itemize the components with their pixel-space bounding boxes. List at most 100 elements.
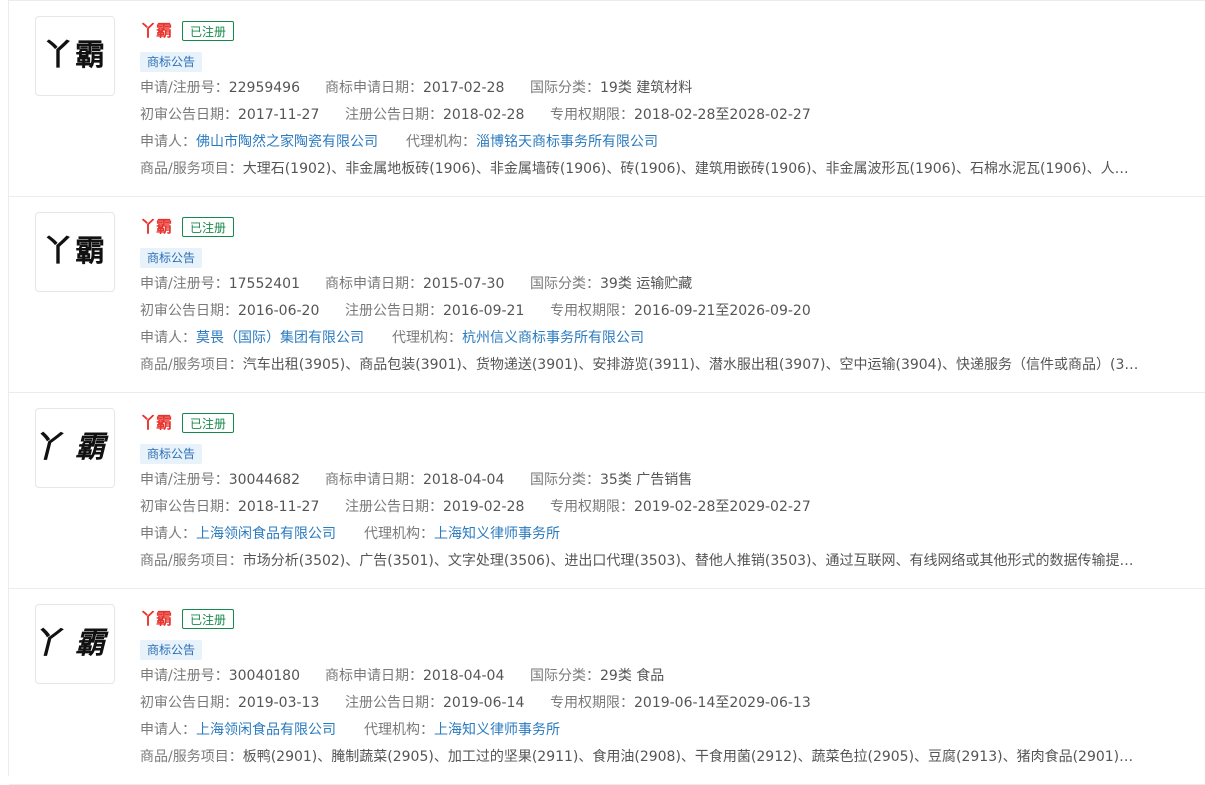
row-dates: 初审公告日期：2019-03-13 注册公告日期：2019-06-14 专用权期限：… — [140, 693, 811, 713]
trademark-result-list: 丫霸 丫霸 已注册 商标公告 申请/注册号：22959496 商标申请日期：201… — [8, 0, 1205, 785]
agency-label: 代理机构： — [364, 722, 434, 738]
agency-link[interactable]: 淄博铭天商标事务所有限公司 — [476, 134, 658, 150]
exclusive-label: 专用权期限： — [550, 499, 634, 515]
row-goods: 商品/服务项目：市场分析(3502)、广告(3501)、文字处理(3506)、进… — [140, 551, 1140, 571]
row-dates: 初审公告日期：2018-11-27 注册公告日期：2019-02-28 专用权期限：… — [140, 497, 811, 517]
notice-tag[interactable]: 商标公告 — [140, 444, 203, 464]
trademark-card[interactable]: 丫霸 丫霸 已注册 商标公告 申请/注册号：17552401 商标申请日期：201… — [9, 197, 1205, 393]
row-parties: 申请人：佛山市陶然之家陶瓷有限公司 代理机构：淄博铭天商标事务所有限公司 — [140, 132, 658, 152]
applicant-link[interactable]: 上海领闲食品有限公司 — [196, 526, 336, 542]
apply-date-value: 2018-04-04 — [423, 668, 505, 684]
trademark-logo-image[interactable]: 丫霸 — [35, 16, 115, 96]
reg-no-label: 申请/注册号： — [140, 472, 229, 488]
goods-label: 商品/服务项目： — [140, 161, 243, 177]
reg-no-value: 22959496 — [228, 80, 300, 96]
agency-link[interactable]: 杭州信义商标事务所有限公司 — [462, 330, 644, 346]
trademark-name-link[interactable]: 丫霸 — [140, 608, 172, 630]
apply-date-value: 2015-07-30 — [423, 276, 505, 292]
row-goods: 商品/服务项目：汽车出租(3905)、商品包装(3901)、货物递送(3901)… — [140, 355, 1140, 375]
agency-link[interactable]: 上海知义律师事务所 — [434, 722, 560, 738]
reg-no-label: 申请/注册号： — [140, 80, 229, 96]
prelim-date-value: 2016-06-20 — [238, 303, 320, 319]
trademark-card[interactable]: 丫霸 丫霸 已注册 商标公告 申请/注册号：30044682 商标申请日期：201… — [9, 393, 1205, 589]
prelim-date-value: 2019-03-13 — [238, 695, 320, 711]
trademark-logo-text: 丫霸 — [43, 234, 107, 269]
status-badge: 已注册 — [182, 609, 235, 629]
notice-tag[interactable]: 商标公告 — [140, 640, 203, 660]
goods-label: 商品/服务项目： — [140, 357, 243, 373]
applicant-link[interactable]: 佛山市陶然之家陶瓷有限公司 — [196, 134, 378, 150]
intl-class-value: 39类 运输贮藏 — [600, 276, 693, 292]
exclusive-value: 2019-06-14至2029-06-13 — [634, 695, 811, 711]
row-goods: 商品/服务项目：板鸭(2901)、腌制蔬菜(2905)、加工过的坚果(2911)… — [140, 747, 1140, 767]
prelim-date-label: 初审公告日期： — [140, 107, 238, 123]
trademark-logo-image[interactable]: 丫霸 — [31, 604, 115, 684]
reg-date-value: 2019-02-28 — [443, 499, 525, 515]
trademark-logo-text: 丫霸 — [31, 430, 119, 465]
trademark-logo-text: 丫霸 — [31, 626, 119, 661]
row-dates: 初审公告日期：2016-06-20 注册公告日期：2016-09-21 专用权期限：… — [140, 301, 811, 321]
notice-tag[interactable]: 商标公告 — [140, 52, 203, 72]
applicant-label: 申请人： — [140, 330, 196, 346]
apply-date-value: 2018-04-04 — [423, 472, 505, 488]
title-row: 丫霸 已注册 — [140, 608, 235, 630]
trademark-name-link[interactable]: 丫霸 — [140, 216, 172, 238]
goods-value: 市场分析(3502)、广告(3501)、文字处理(3506)、进出口代理(350… — [242, 553, 1140, 569]
reg-no-value: 30040180 — [228, 668, 300, 684]
exclusive-label: 专用权期限： — [550, 695, 634, 711]
notice-tag[interactable]: 商标公告 — [140, 248, 203, 268]
applicant-link[interactable]: 莫畏（国际）集团有限公司 — [196, 330, 364, 346]
goods-value: 大理石(1902)、非金属地板砖(1906)、非金属墙砖(1906)、砖(190… — [242, 161, 1140, 177]
status-badge: 已注册 — [182, 217, 235, 237]
prelim-date-label: 初审公告日期： — [140, 499, 238, 515]
trademark-card[interactable]: 丫霸 丫霸 已注册 商标公告 申请/注册号：22959496 商标申请日期：201… — [9, 1, 1205, 197]
applicant-link[interactable]: 上海领闲食品有限公司 — [196, 722, 336, 738]
applicant-label: 申请人： — [140, 722, 196, 738]
intl-class-label: 国际分类： — [530, 472, 600, 488]
row-parties: 申请人：莫畏（国际）集团有限公司 代理机构：杭州信义商标事务所有限公司 — [140, 328, 644, 348]
row-basic-info: 申请/注册号：30040180 商标申请日期：2018-04-04 国际分类：29类… — [140, 666, 664, 686]
intl-class-value: 35类 广告销售 — [600, 472, 693, 488]
intl-class-label: 国际分类： — [530, 80, 600, 96]
reg-no-value: 17552401 — [228, 276, 300, 292]
row-goods: 商品/服务项目：大理石(1902)、非金属地板砖(1906)、非金属墙砖(190… — [140, 159, 1140, 179]
goods-value: 板鸭(2901)、腌制蔬菜(2905)、加工过的坚果(2911)、食用油(290… — [242, 749, 1140, 765]
intl-class-value: 19类 建筑材料 — [600, 80, 693, 96]
row-dates: 初审公告日期：2017-11-27 注册公告日期：2018-02-28 专用权期限：… — [140, 105, 811, 125]
reg-no-label: 申请/注册号： — [140, 276, 229, 292]
exclusive-label: 专用权期限： — [550, 303, 634, 319]
reg-date-label: 注册公告日期： — [345, 695, 443, 711]
trademark-name-link[interactable]: 丫霸 — [140, 412, 172, 434]
trademark-logo-image[interactable]: 丫霸 — [35, 212, 115, 292]
exclusive-value: 2016-09-21至2026-09-20 — [634, 303, 811, 319]
reg-no-value: 30044682 — [228, 472, 300, 488]
row-basic-info: 申请/注册号：22959496 商标申请日期：2017-02-28 国际分类：19类… — [140, 78, 692, 98]
row-parties: 申请人：上海领闲食品有限公司 代理机构：上海知义律师事务所 — [140, 720, 560, 740]
applicant-label: 申请人： — [140, 134, 196, 150]
prelim-date-label: 初审公告日期： — [140, 303, 238, 319]
intl-class-value: 29类 食品 — [600, 668, 665, 684]
reg-date-label: 注册公告日期： — [345, 303, 443, 319]
trademark-name-link[interactable]: 丫霸 — [140, 20, 172, 42]
agency-label: 代理机构： — [406, 134, 476, 150]
apply-date-value: 2017-02-28 — [423, 80, 505, 96]
trademark-card[interactable]: 丫霸 丫霸 已注册 商标公告 申请/注册号：30040180 商标申请日期：201… — [9, 589, 1205, 785]
trademark-logo-image[interactable]: 丫霸 — [31, 408, 115, 488]
applicant-label: 申请人： — [140, 526, 196, 542]
agency-link[interactable]: 上海知义律师事务所 — [434, 526, 560, 542]
prelim-date-value: 2017-11-27 — [238, 107, 320, 123]
status-badge: 已注册 — [182, 413, 235, 433]
reg-no-label: 申请/注册号： — [140, 668, 229, 684]
goods-label: 商品/服务项目： — [140, 749, 243, 765]
reg-date-label: 注册公告日期： — [345, 107, 443, 123]
trademark-logo-text: 丫霸 — [43, 38, 107, 73]
exclusive-value: 2018-02-28至2028-02-27 — [634, 107, 811, 123]
goods-value: 汽车出租(3905)、商品包装(3901)、货物递送(3901)、安排游览(39… — [242, 357, 1140, 373]
apply-date-label: 商标申请日期： — [325, 276, 423, 292]
reg-date-value: 2018-02-28 — [443, 107, 525, 123]
intl-class-label: 国际分类： — [530, 276, 600, 292]
row-basic-info: 申请/注册号：30044682 商标申请日期：2018-04-04 国际分类：35类… — [140, 470, 692, 490]
title-row: 丫霸 已注册 — [140, 20, 235, 42]
apply-date-label: 商标申请日期： — [325, 472, 423, 488]
prelim-date-label: 初审公告日期： — [140, 695, 238, 711]
